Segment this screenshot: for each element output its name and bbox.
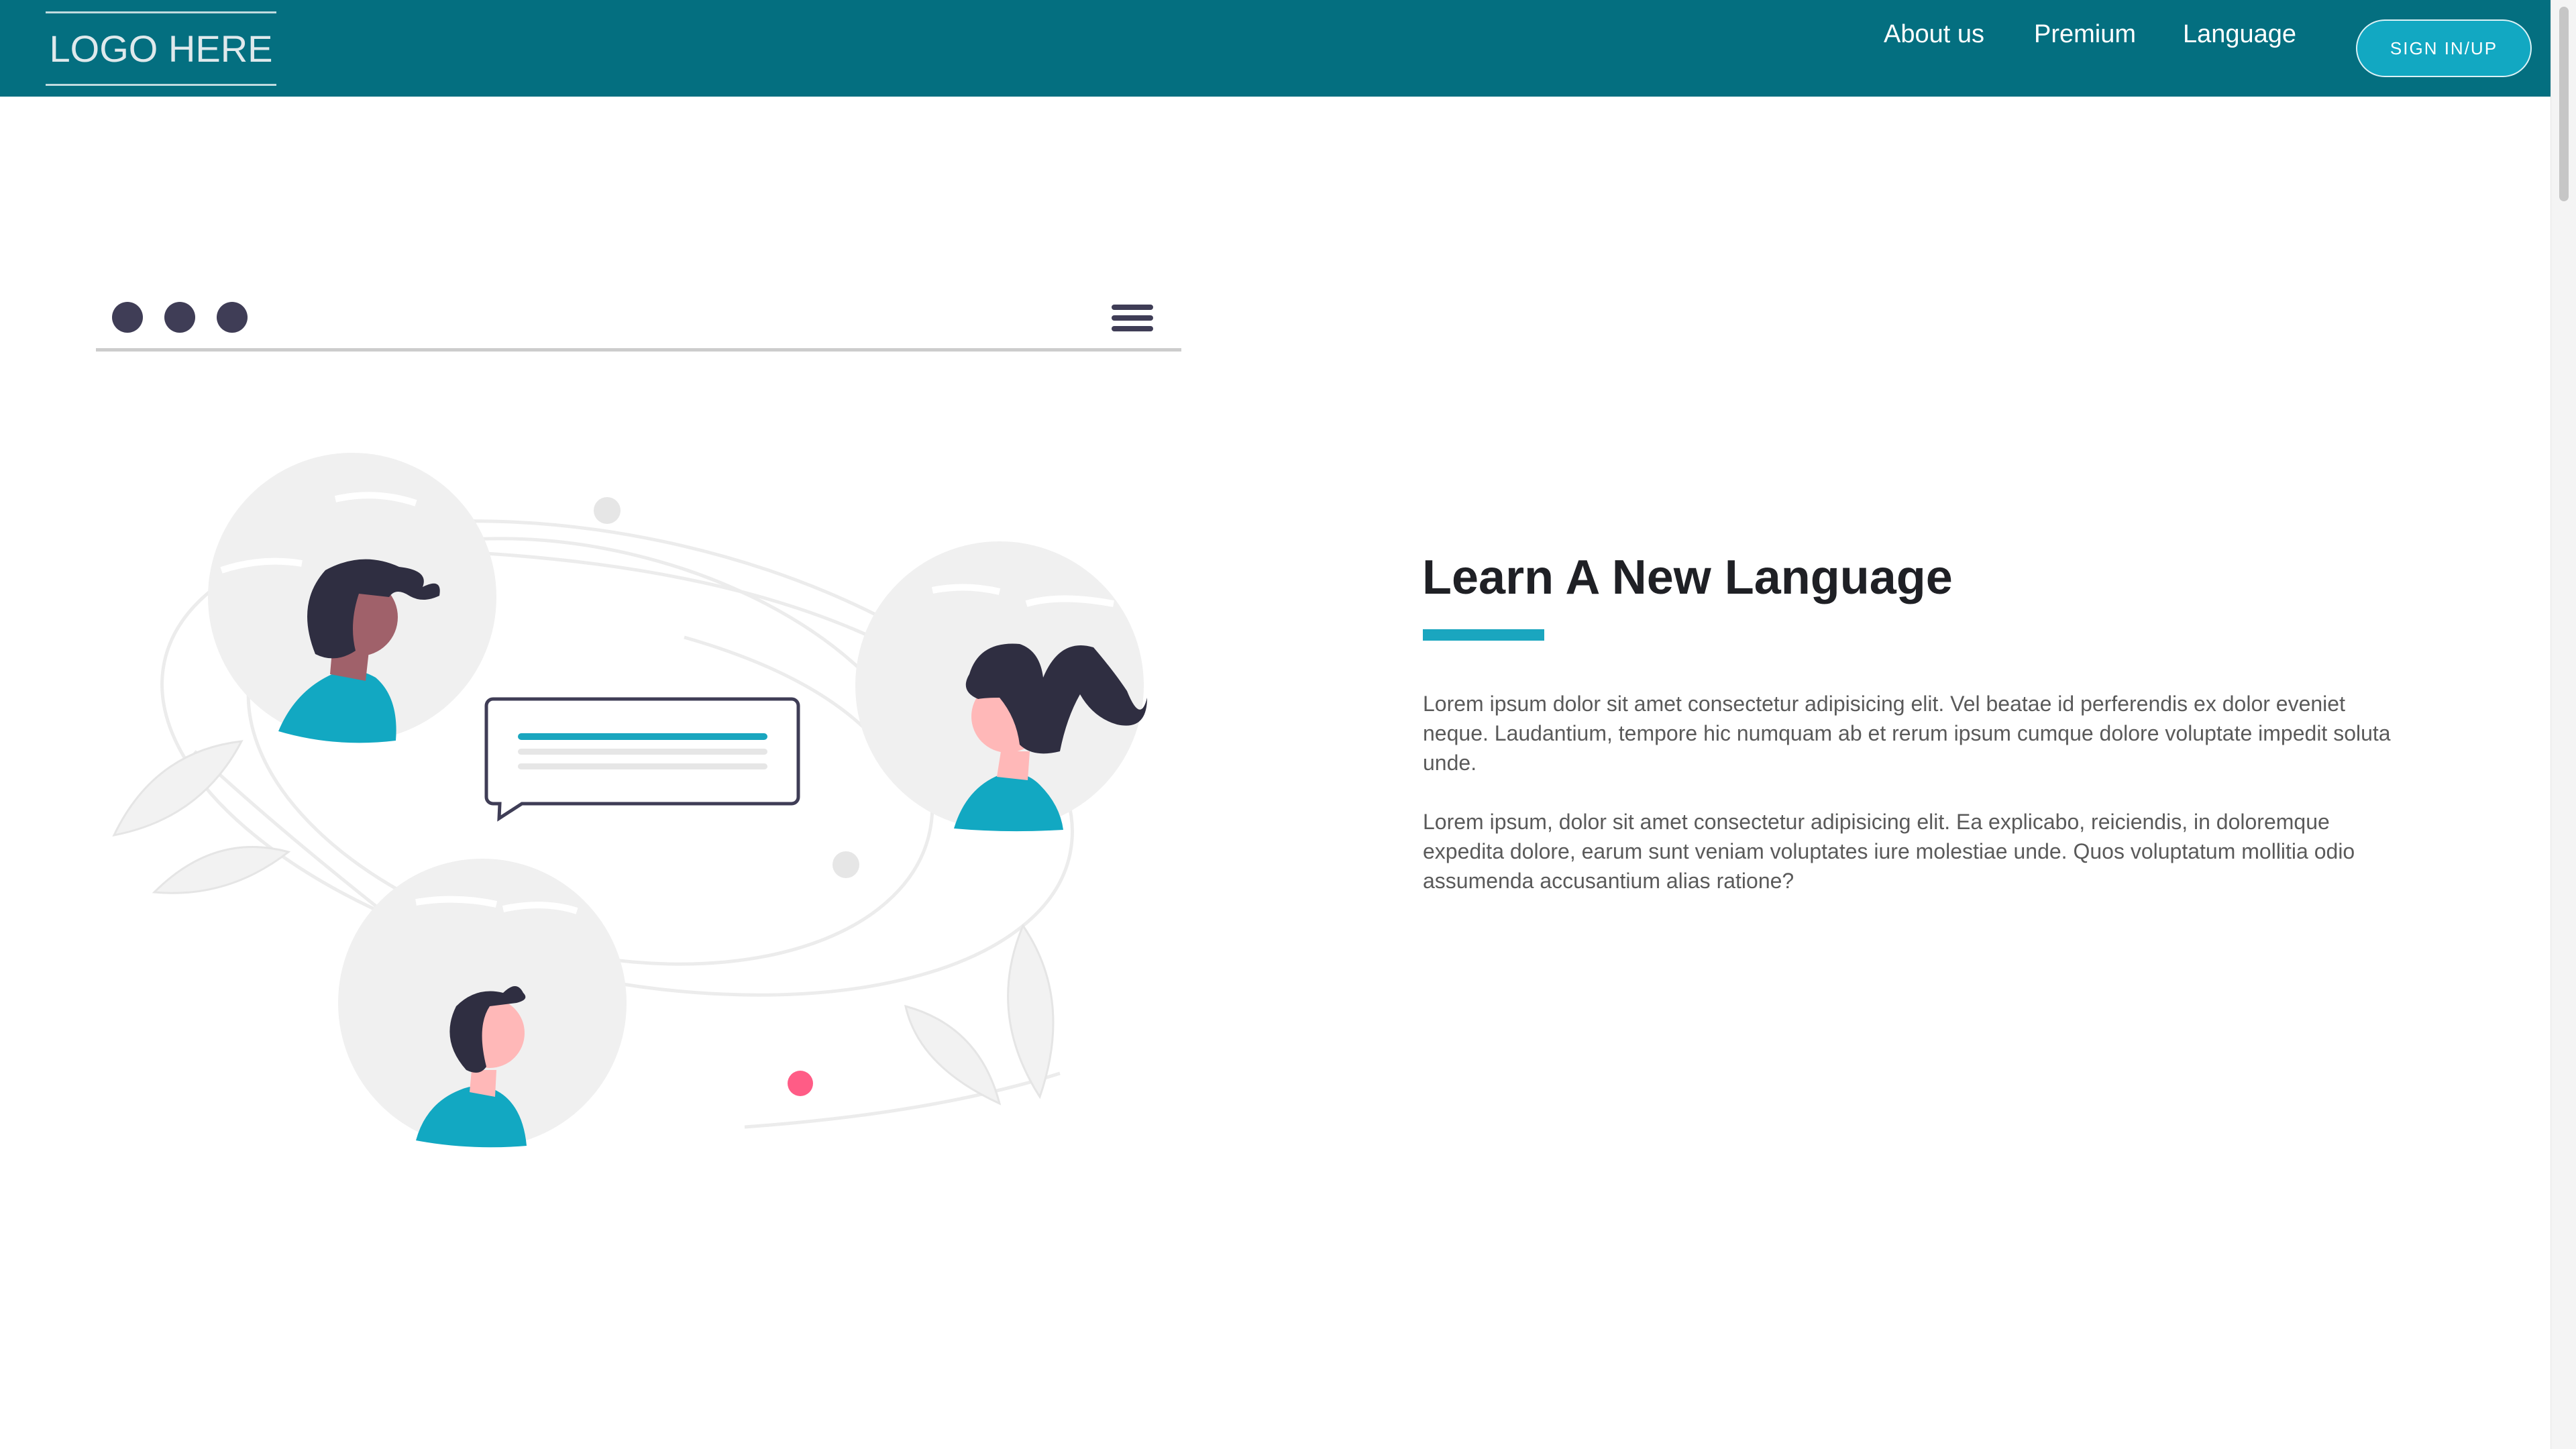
nav-language[interactable]: Language [2183,20,2296,49]
window-dot-icon [217,302,248,333]
heading-underline [1423,629,1544,641]
chat-illustration [96,302,1181,1148]
avatar-man-bottom [338,859,627,1148]
nav-about-us[interactable]: About us [1884,20,1984,49]
chat-bubble [484,697,800,822]
window-dot-icon [112,302,143,333]
avatar-man-top [208,453,496,743]
menu-icon[interactable] [1112,305,1153,331]
decor-dot [833,851,859,878]
scrollbar-thumb[interactable] [2559,7,2569,201]
top-navbar: LOGO HERE About us Premium Language SIGN… [0,0,2551,97]
decor-dot [594,497,621,524]
avatar-woman-right [855,541,1147,832]
intro-paragraph-2: Lorem ipsum, dolor sit amet consectetur … [1423,810,2355,893]
window-dot-icon [164,302,195,333]
nav-premium[interactable]: Premium [2034,20,2136,49]
page-heading: Learn A New Language [1422,551,1953,604]
vertical-scrollbar[interactable] [2551,0,2576,1449]
highlight-dot [788,1071,813,1096]
intro-paragraph-1: Lorem ipsum dolor sit amet consectetur a… [1423,692,2391,775]
site-logo[interactable]: LOGO HERE [46,11,276,86]
sign-in-up-button[interactable]: SIGN IN/UP [2356,19,2532,77]
window-bar [96,302,1181,352]
page: LOGO HERE About us Premium Language SIGN… [0,0,2576,1449]
